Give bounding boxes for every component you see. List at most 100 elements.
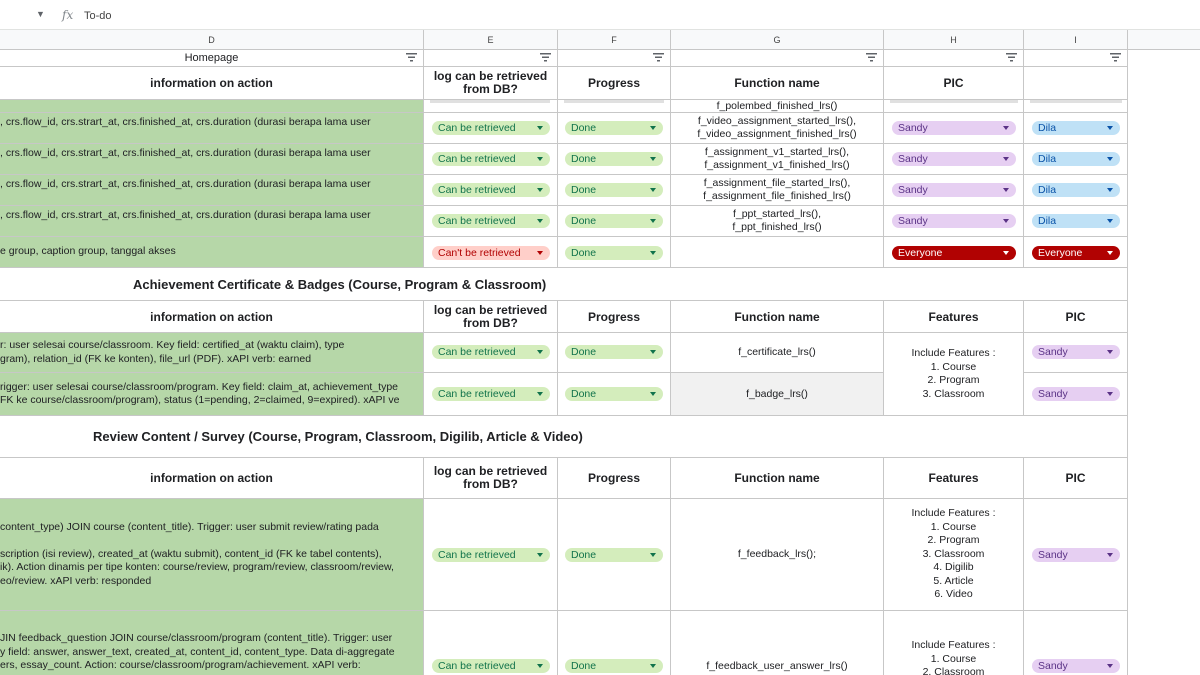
- features-cell[interactable]: Include Features : 1. Course 2. Classroo…: [884, 611, 1024, 675]
- filter-icon[interactable]: [406, 53, 417, 62]
- pic2-chip[interactable]: Dila: [1032, 152, 1120, 166]
- info-line: FK ke course/classroom/program), status …: [0, 394, 400, 406]
- header-information: information on action: [0, 301, 424, 333]
- pic2-chip[interactable]: Dila: [1032, 183, 1120, 197]
- filter-icon[interactable]: [653, 53, 664, 62]
- info-cell[interactable]: e group, caption group, tanggal akses: [0, 237, 424, 268]
- chip-label: Everyone: [1038, 247, 1083, 259]
- log-status-chip[interactable]: Can't be retrieved: [432, 246, 550, 260]
- filter-cell-e: [424, 50, 558, 67]
- info-cell[interactable]: , crs.flow_id, crs.strart_at, crs.finish…: [0, 113, 424, 144]
- chip-label: Sandy: [898, 153, 928, 165]
- feature-line: 1. Course: [930, 652, 977, 665]
- log-status-chip[interactable]: Can be retrieved: [432, 183, 550, 197]
- dropdown-arrow-icon: [1107, 392, 1113, 396]
- progress-status-chip[interactable]: Done: [565, 214, 663, 228]
- dropdown-arrow-icon: [537, 188, 543, 192]
- progress-status-chip[interactable]: Done: [565, 121, 663, 135]
- dropdown-arrow-icon: [650, 251, 656, 255]
- pic-chip[interactable]: Sandy: [1032, 387, 1120, 401]
- pic-chip[interactable]: Sandy: [1032, 548, 1120, 562]
- column-header-g[interactable]: G: [671, 30, 884, 50]
- log-status-chip[interactable]: Can be retrieved: [432, 548, 550, 562]
- function-cell[interactable]: f_feedback_lrs();: [671, 499, 884, 611]
- info-cell[interactable]: rigger: user selesai course/classroom/pr…: [0, 373, 424, 416]
- log-status-chip[interactable]: Can be retrieved: [432, 121, 550, 135]
- info-cell[interactable]: , crs.flow_id, crs.strart_at, crs.finish…: [0, 144, 424, 175]
- function-cell[interactable]: f_feedback_user_answer_lrs(): [671, 611, 884, 675]
- column-header-d[interactable]: D: [0, 30, 424, 50]
- frozen-divider: [1030, 100, 1122, 103]
- progress-status-chip[interactable]: Done: [565, 548, 663, 562]
- info-cell[interactable]: , crs.flow_id, crs.strart_at, crs.finish…: [0, 206, 424, 237]
- filter-icon[interactable]: [1006, 53, 1017, 62]
- progress-status-chip[interactable]: Done: [565, 659, 663, 673]
- header-features: Features: [884, 301, 1024, 333]
- function-name: f_assignment_file_finished_lrs(): [703, 190, 851, 202]
- column-header-h[interactable]: H: [884, 30, 1024, 50]
- column-header-e[interactable]: E: [424, 30, 558, 50]
- header-progress: Progress: [558, 458, 671, 499]
- pic2-chip[interactable]: Everyone: [1032, 246, 1120, 260]
- pic-chip[interactable]: Sandy: [892, 183, 1016, 197]
- chip-label: Sandy: [1038, 660, 1068, 672]
- filter-icon[interactable]: [1110, 53, 1121, 62]
- pic-chip[interactable]: Everyone: [892, 246, 1016, 260]
- chip-label: Dila: [1038, 122, 1057, 134]
- features-cell[interactable]: Include Features : 1. Course 2. Program …: [884, 499, 1024, 611]
- pic-chip[interactable]: Sandy: [892, 214, 1016, 228]
- filter-cell-i: [1024, 50, 1128, 67]
- pic-chip[interactable]: Sandy: [892, 152, 1016, 166]
- dropdown-arrow-icon: [537, 392, 543, 396]
- function-cell[interactable]: f_ppt_started_lrs(), f_ppt_finished_lrs(…: [671, 206, 884, 237]
- column-header-f[interactable]: F: [558, 30, 671, 50]
- function-cell[interactable]: f_video_assignment_started_lrs(), f_vide…: [671, 113, 884, 144]
- log-status-chip[interactable]: Can be retrieved: [432, 387, 550, 401]
- function-cell[interactable]: [671, 237, 884, 268]
- log-status-chip[interactable]: Can be retrieved: [432, 659, 550, 673]
- pic2-chip[interactable]: Dila: [1032, 214, 1120, 228]
- pic-chip[interactable]: Sandy: [1032, 345, 1120, 359]
- column-header-i[interactable]: I: [1024, 30, 1128, 50]
- function-cell[interactable]: f_badge_lrs(): [671, 373, 884, 416]
- log-status-chip[interactable]: Can be retrieved: [432, 345, 550, 359]
- progress-status-chip[interactable]: Done: [565, 246, 663, 260]
- function-name: f_ppt_started_lrs(),: [732, 208, 822, 220]
- chip-label: Done: [571, 660, 597, 672]
- chip-label: Can be retrieved: [438, 184, 516, 196]
- pic-chip[interactable]: Sandy: [892, 121, 1016, 135]
- homepage-title: Homepage: [184, 52, 239, 64]
- log-status-chip[interactable]: Can be retrieved: [432, 152, 550, 166]
- function-cell[interactable]: f_certificate_lrs(): [671, 333, 884, 373]
- dropdown-arrow-icon: [1003, 157, 1009, 161]
- function-cell[interactable]: f_assignment_file_started_lrs(), f_assig…: [671, 175, 884, 206]
- feature-line: Include Features :: [911, 507, 996, 520]
- filter-icon[interactable]: [540, 53, 551, 62]
- info-cell[interactable]: content_type) JOIN course (content_title…: [0, 499, 424, 611]
- header-pic: PIC: [1024, 301, 1128, 333]
- section-title-text: Review Content / Survey (Course, Program…: [93, 429, 583, 444]
- dropdown-arrow-icon: [650, 553, 656, 557]
- chip-label: Sandy: [1038, 549, 1068, 561]
- info-line: gram), relation_id (FK ke konten), file_…: [0, 352, 312, 365]
- info-cell[interactable]: JIN feedback_question JOIN course/classr…: [0, 611, 424, 675]
- pic-chip[interactable]: Sandy: [1032, 659, 1120, 673]
- progress-status-chip[interactable]: Done: [565, 387, 663, 401]
- progress-status-chip[interactable]: Done: [565, 183, 663, 197]
- pic2-chip[interactable]: Dila: [1032, 121, 1120, 135]
- progress-status-chip[interactable]: Done: [565, 152, 663, 166]
- log-status-chip[interactable]: Can be retrieved: [432, 214, 550, 228]
- partial-info-cell[interactable]: [0, 100, 424, 113]
- info-cell[interactable]: r: user selesai course/classroom. Key fi…: [0, 333, 424, 373]
- partial-function-cell[interactable]: f_polembed_finished_lrs(): [671, 100, 884, 113]
- feature-line: 1. Course: [930, 520, 977, 533]
- section-title-text: Achievement Certificate & Badges (Course…: [133, 276, 547, 292]
- filter-icon[interactable]: [866, 53, 877, 62]
- header-progress: Progress: [558, 67, 671, 100]
- features-cell[interactable]: Include Features : 1. Course 2. Program …: [884, 333, 1024, 416]
- name-box-dropdown-icon[interactable]: ▼: [36, 9, 45, 19]
- formula-input[interactable]: To-do: [84, 10, 112, 22]
- progress-status-chip[interactable]: Done: [565, 345, 663, 359]
- function-cell[interactable]: f_assignment_v1_started_lrs(), f_assignm…: [671, 144, 884, 175]
- info-cell[interactable]: , crs.flow_id, crs.strart_at, crs.finish…: [0, 175, 424, 206]
